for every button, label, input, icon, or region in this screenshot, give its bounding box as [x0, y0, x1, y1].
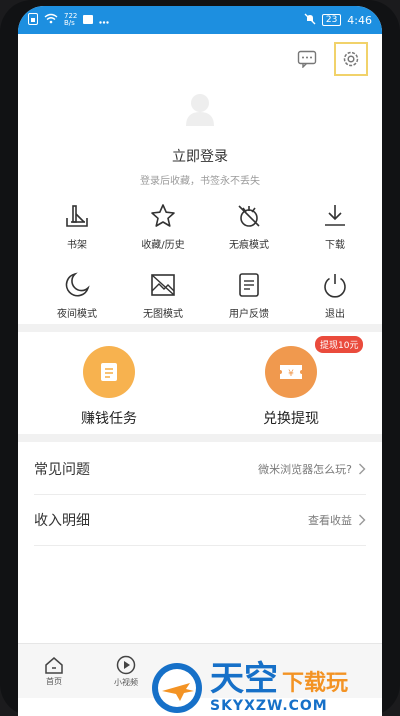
info-list: 常见问题 微米浏览器怎么玩? 收入明细 查看收益 [34, 444, 366, 546]
login-subtitle: 登录后收藏，书签永不丢失 [140, 176, 260, 187]
grid-label: 书架 [67, 240, 87, 251]
power-icon [324, 274, 346, 298]
login-title[interactable]: 立即登录 [18, 146, 382, 166]
video-icon [116, 655, 136, 674]
mute-icon [304, 13, 316, 28]
grid-item-no-image[interactable]: 无图模式 [120, 271, 206, 320]
watermark-cn-main: 天空 [210, 659, 278, 699]
feature-grid: 书架 收藏/历史 无痕模式 下载 夜间模式 无图模式 用户反馈 退出 [34, 202, 378, 320]
grid-label: 无图模式 [143, 309, 183, 320]
task-list-icon [101, 363, 117, 381]
list-item-detail: 查看收益 [308, 512, 366, 528]
more-dots-icon [99, 14, 110, 27]
download-icon [325, 205, 345, 226]
list-item-title: 收入明细 [34, 513, 90, 529]
avatar[interactable] [183, 92, 217, 126]
grid-item-incognito[interactable]: 无痕模式 [206, 202, 292, 251]
list-item-detail-text: 查看收益 [308, 514, 352, 527]
earn-task-label: 赚钱任务 [81, 411, 137, 427]
list-item-income[interactable]: 收入明细 查看收益 [34, 495, 366, 546]
nav-home[interactable]: 首页 [18, 656, 90, 687]
feedback-icon [239, 273, 259, 297]
status-right: 23 4:46 [304, 13, 372, 28]
grid-label: 收藏/历史 [141, 240, 185, 251]
grid-item-exit[interactable]: 退出 [292, 271, 378, 320]
chevron-right-icon [359, 514, 366, 526]
status-time: 4:46 [347, 13, 372, 27]
grid-item-bookshelf[interactable]: 书架 [34, 202, 120, 251]
star-icon [151, 204, 175, 227]
settings-button[interactable] [334, 42, 368, 76]
earn-task-circle [83, 346, 135, 398]
network-speed: 722 B/s [64, 13, 77, 27]
svg-text:¥: ¥ [288, 369, 294, 379]
grid-item-favorites-history[interactable]: 收藏/历史 [120, 202, 206, 251]
gear-icon [343, 51, 359, 67]
withdraw-button[interactable]: 提现10元 ¥ 兑换提现 [200, 336, 382, 430]
coupon-icon: ¥ [280, 365, 302, 379]
grid-item-download[interactable]: 下载 [292, 202, 378, 251]
grid-label: 夜间模式 [57, 309, 97, 320]
watermark-cn-sub: 下载玩 [282, 671, 349, 696]
notification-icon [83, 14, 94, 27]
withdraw-circle: ¥ [265, 346, 317, 398]
grid-label: 下载 [325, 240, 345, 251]
list-item-detail-text: 微米浏览器怎么玩? [258, 463, 352, 476]
speed-unit: B/s [64, 19, 75, 27]
moon-icon [65, 272, 90, 297]
status-left: 722 B/s [28, 12, 110, 28]
no-image-icon [151, 274, 175, 296]
message-icon [297, 50, 317, 68]
grid-label: 用户反馈 [229, 309, 269, 320]
battery-indicator: 23 [321, 14, 342, 26]
list-item-faq[interactable]: 常见问题 微米浏览器怎么玩? [34, 444, 366, 495]
bookshelf-icon [66, 205, 88, 227]
list-item-detail: 微米浏览器怎么玩? [258, 461, 366, 477]
header-actions [290, 42, 368, 76]
watermark-en: SKYXZW.COM [210, 698, 328, 714]
sim-icon [28, 12, 38, 28]
list-item-title: 常见问题 [34, 462, 90, 478]
section-divider [18, 434, 382, 442]
grid-label: 无痕模式 [229, 240, 269, 251]
login-section[interactable]: 立即登录 登录后收藏，书签永不丢失 [18, 92, 382, 187]
watermark-logo-icon [152, 663, 202, 713]
grid-label: 退出 [325, 309, 345, 320]
nav-label: 小视频 [114, 677, 138, 687]
incognito-icon [238, 205, 260, 227]
watermark-text: 天空 下载玩 SKYXZW.COM [210, 662, 348, 714]
section-divider [18, 324, 382, 332]
watermark-cn: 天空 下载玩 [210, 662, 348, 696]
earn-task-button[interactable]: 赚钱任务 [18, 342, 200, 430]
screen: 722 B/s 23 4:46 立即登录 登录后收藏，书签永不丢失 书架 收藏/… [18, 6, 382, 716]
avatar-icon [186, 94, 214, 126]
wifi-icon [44, 13, 58, 27]
status-bar: 722 B/s 23 4:46 [18, 6, 382, 34]
withdraw-label: 兑换提现 [263, 411, 319, 427]
chevron-right-icon [359, 463, 366, 475]
site-watermark: 天空 下载玩 SKYXZW.COM [150, 660, 400, 716]
grid-item-night-mode[interactable]: 夜间模式 [34, 271, 120, 320]
grid-item-feedback[interactable]: 用户反馈 [206, 271, 292, 320]
home-icon [45, 656, 63, 674]
nav-label: 首页 [46, 676, 62, 686]
message-button[interactable] [290, 42, 324, 76]
task-section: 赚钱任务 提现10元 ¥ 兑换提现 [18, 336, 382, 430]
phone-frame: 722 B/s 23 4:46 立即登录 登录后收藏，书签永不丢失 书架 收藏/… [0, 0, 400, 716]
withdraw-badge: 提现10元 [315, 336, 364, 353]
